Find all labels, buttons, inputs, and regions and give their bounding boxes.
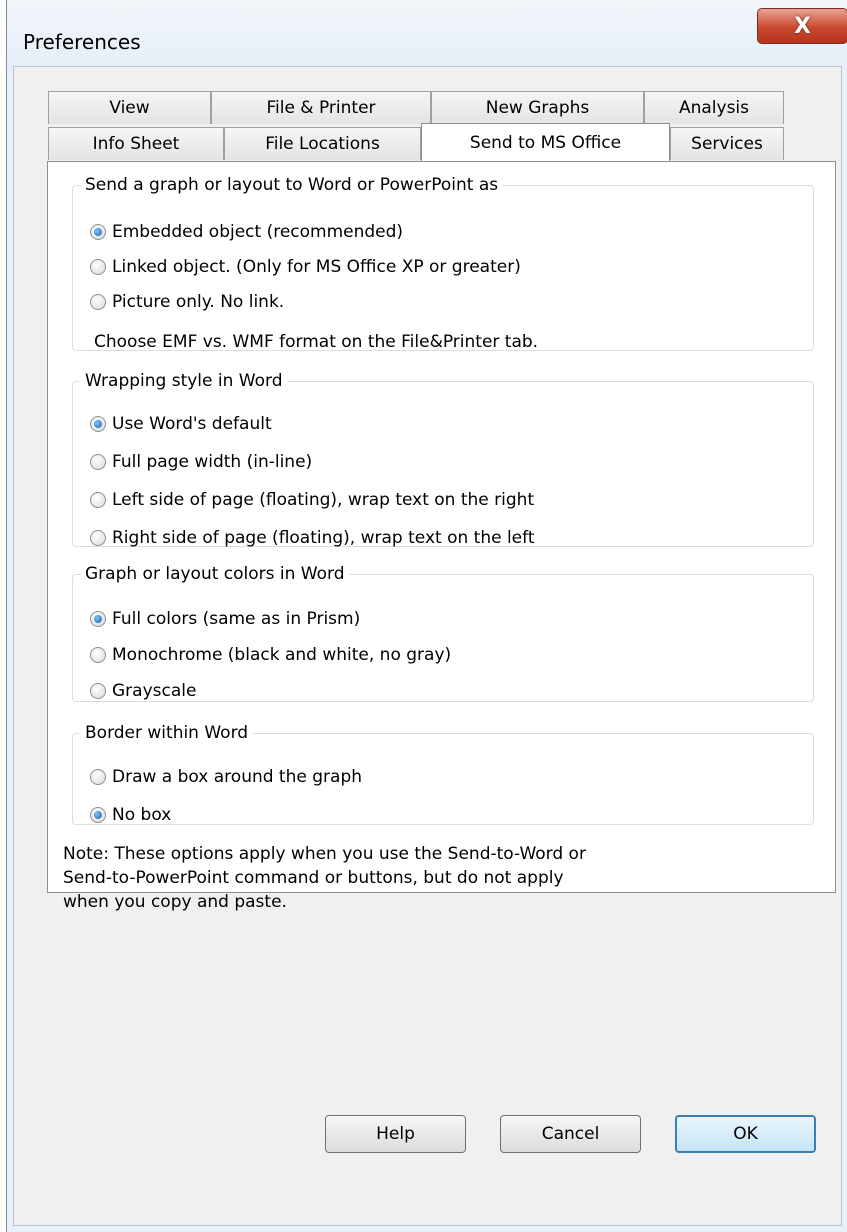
radio-button-icon[interactable] [90, 259, 106, 275]
radio-label: Picture only. No link. [112, 292, 285, 312]
radio-label: Linked object. (Only for MS Office XP or… [112, 257, 521, 277]
tab-label: File & Printer [266, 98, 376, 118]
tab-label: Send to MS Office [469, 132, 622, 153]
radio-button-icon[interactable] [90, 769, 106, 785]
tab-label: File Locations [265, 134, 380, 154]
radio-button-icon[interactable] [90, 294, 106, 310]
radio-button-icon[interactable] [90, 224, 106, 240]
tab-services[interactable]: Services [670, 127, 784, 160]
radio-label: Draw a box around the graph [112, 767, 363, 787]
radio-button-icon[interactable] [90, 454, 106, 470]
radio-full-colors[interactable]: Full colors (same as in Prism) [90, 609, 360, 629]
tab-file-locations[interactable]: File Locations [224, 127, 421, 160]
note-text: Note: These options apply when you use t… [63, 844, 586, 912]
window-title: Preferences [23, 30, 141, 54]
radio-label: Full colors (same as in Prism) [112, 609, 361, 629]
cancel-button[interactable]: Cancel [500, 1115, 641, 1153]
border-group: Border within Word Draw a box around the… [72, 723, 814, 825]
radio-label: Grayscale [112, 681, 197, 701]
tab-label: View [109, 98, 150, 118]
radio-left-side-floating[interactable]: Left side of page (floating), wrap text … [90, 490, 534, 510]
tab-label: Analysis [678, 98, 750, 118]
radio-button-icon[interactable] [90, 683, 106, 699]
radio-button-icon[interactable] [90, 611, 106, 627]
close-button[interactable]: X [757, 8, 847, 44]
radio-full-page-width[interactable]: Full page width (in-line) [90, 452, 312, 472]
tab-analysis[interactable]: Analysis [644, 91, 784, 124]
help-button[interactable]: Help [325, 1115, 466, 1153]
radio-draw-box[interactable]: Draw a box around the graph [90, 767, 362, 787]
tab-label: Services [691, 134, 763, 154]
radio-label: Use Word's default [112, 414, 272, 434]
radio-grayscale[interactable]: Grayscale [90, 681, 196, 701]
tab-new-graphs[interactable]: New Graphs [431, 91, 644, 124]
button-label: Help [376, 1124, 415, 1144]
radio-embedded-object[interactable]: Embedded object (recommended) [90, 222, 403, 242]
ok-button[interactable]: OK [675, 1115, 816, 1153]
radio-label: Right side of page (floating), wrap text… [112, 528, 535, 548]
radio-label: Full page width (in-line) [112, 452, 313, 472]
title-bar[interactable]: Preferences X [7, 0, 847, 70]
radio-linked-object[interactable]: Linked object. (Only for MS Office XP or… [90, 257, 521, 277]
tab-view[interactable]: View [48, 91, 211, 124]
radio-right-side-floating[interactable]: Right side of page (floating), wrap text… [90, 528, 535, 548]
radio-label: No box [112, 805, 172, 825]
tab-label: Info Sheet [92, 134, 180, 154]
radio-label: Left side of page (floating), wrap text … [112, 490, 535, 510]
colors-legend: Graph or layout colors in Word [81, 564, 349, 584]
button-label: Cancel [541, 1124, 600, 1144]
radio-monochrome[interactable]: Monochrome (black and white, no gray) [90, 645, 451, 665]
radio-button-icon[interactable] [90, 492, 106, 508]
radio-use-word-default[interactable]: Use Word's default [90, 414, 272, 434]
preferences-window: Preferences X View File & Printer New Gr… [6, 0, 847, 1232]
radio-button-icon[interactable] [90, 530, 106, 546]
tab-info-sheet[interactable]: Info Sheet [48, 127, 224, 160]
tab-send-to-ms-office[interactable]: Send to MS Office [421, 123, 670, 161]
radio-label: Monochrome (black and white, no gray) [112, 645, 452, 665]
format-hint: Choose EMF vs. WMF format on the File&Pr… [94, 332, 539, 352]
send-as-legend: Send a graph or layout to Word or PowerP… [81, 175, 503, 195]
radio-picture-only[interactable]: Picture only. No link. [90, 292, 284, 312]
radio-button-icon[interactable] [90, 416, 106, 432]
radio-no-box[interactable]: No box [90, 805, 171, 825]
colors-group: Graph or layout colors in Word Full colo… [72, 564, 814, 702]
dialog-body: View File & Printer New Graphs Analysis … [13, 66, 842, 1226]
radio-button-icon[interactable] [90, 807, 106, 823]
wrapping-group: Wrapping style in Word Use Word's defaul… [72, 371, 814, 548]
border-legend: Border within Word [81, 723, 253, 743]
radio-label: Embedded object (recommended) [112, 222, 404, 242]
wrapping-legend: Wrapping style in Word [81, 371, 287, 391]
tab-panel-send-to-ms-office: Send a graph or layout to Word or PowerP… [47, 161, 836, 912]
send-as-group: Send a graph or layout to Word or PowerP… [72, 175, 814, 352]
close-icon: X [794, 13, 811, 39]
tab-label: New Graphs [485, 98, 590, 118]
button-label: OK [733, 1124, 758, 1144]
tab-file-printer[interactable]: File & Printer [211, 91, 431, 124]
radio-button-icon[interactable] [90, 647, 106, 663]
